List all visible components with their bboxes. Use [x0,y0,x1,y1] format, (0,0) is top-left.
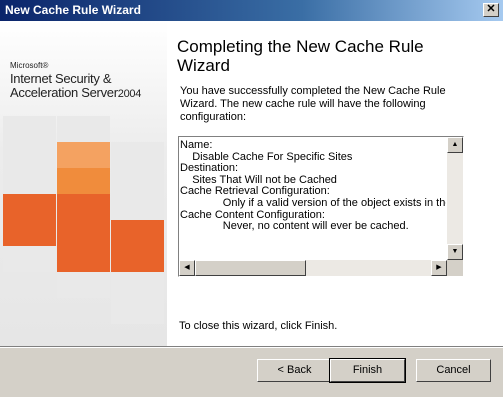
brand-tile [57,220,110,246]
brand-tile [57,168,110,194]
back-button[interactable]: < Back [257,359,332,382]
wizard-content: Completing the New Cache Rule Wizard You… [167,21,503,346]
brand-product-line2: Acceleration Server2004 [10,85,141,100]
brand-tile [57,272,110,298]
brand-microsoft: Microsoft® [10,61,49,70]
summary-text[interactable]: Name: Disable Cache For Specific Sites De… [180,140,446,260]
vertical-scrollbar[interactable]: ▲ ▼ [447,137,463,260]
brand-tile [3,246,56,272]
brand-tile [3,168,56,194]
brand-tile [3,220,56,246]
configuration-summary[interactable]: Name: Disable Cache For Specific Sites De… [178,136,464,277]
brand-tile [111,272,164,298]
page-title: Completing the New Cache Rule Wizard [177,37,424,75]
horizontal-scrollbar[interactable]: ◀ ▶ [179,260,447,276]
cancel-button[interactable]: Cancel [416,359,491,382]
branding-panel: Microsoft® Internet Security & Accelerat… [0,21,167,346]
wizard-window: New Cache Rule Wizard ✕ Microsoft® Inter… [0,0,503,397]
brand-tile [57,194,110,220]
window-title: New Cache Rule Wizard [5,3,141,17]
brand-tile [111,246,164,272]
intro-text: You have successfully completed the New … [180,85,446,123]
scroll-up-icon[interactable]: ▲ [447,137,463,153]
scrollbar-corner [447,260,463,276]
close-icon[interactable]: ✕ [483,3,499,17]
finish-button[interactable]: Finish [329,358,406,383]
brand-tile [111,220,164,246]
summary-line: Name: [180,140,213,151]
brand-tile [111,194,164,220]
brand-tile [3,194,56,220]
brand-tile [111,168,164,194]
close-instruction: To close this wizard, click Finish. [179,320,338,332]
brand-tile [57,142,110,168]
brand-product-name: Acceleration Server [10,85,118,100]
scroll-left-icon[interactable]: ◀ [179,260,195,276]
summary-line: Never, no content will ever be cached. [180,220,409,233]
brand-tile [111,142,164,168]
scroll-right-icon[interactable]: ▶ [431,260,447,276]
brand-tile [57,246,110,272]
button-separator [0,346,503,348]
brand-tile [3,116,56,142]
summary-line: Only if a valid version of the object ex… [180,196,446,209]
brand-tile [57,116,110,142]
brand-product-line1: Internet Security & [10,71,112,86]
horizontal-scroll-thumb[interactable] [195,260,306,276]
brand-tile [111,298,164,324]
brand-tile [3,142,56,168]
brand-year: 2004 [117,88,142,100]
scroll-down-icon[interactable]: ▼ [447,244,463,260]
title-bar[interactable]: New Cache Rule Wizard ✕ [0,0,503,21]
